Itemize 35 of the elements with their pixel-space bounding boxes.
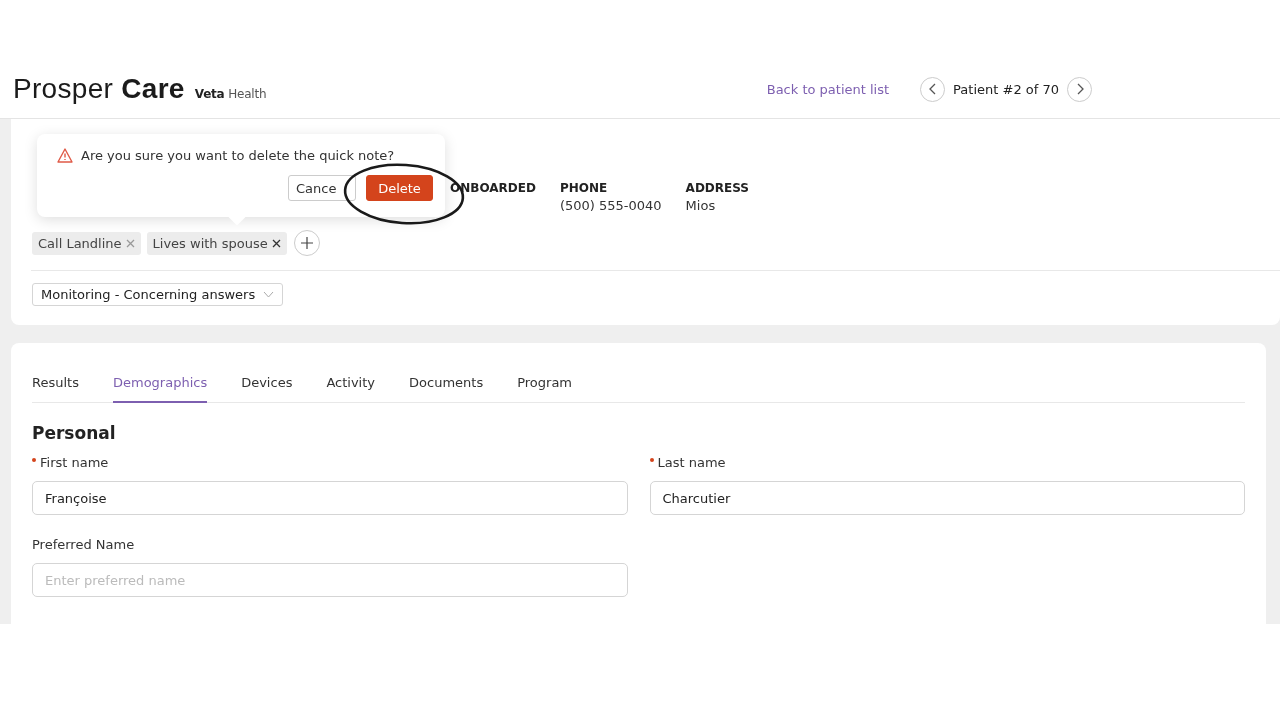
field-label: Last name (657, 455, 726, 470)
field-value: (500) 555-0040 (559, 198, 662, 213)
sub-logo: Veta Health (194, 87, 267, 101)
popover-message: Are you sure you want to delete the quick note? (81, 148, 395, 163)
tab[interactable]: Activity (326, 371, 376, 403)
input-field[interactable]: Enter preferred name (32, 563, 628, 597)
field-value: Mios (685, 198, 717, 213)
chevron-left-icon (927, 83, 938, 95)
delete-button[interactable]: Delete (366, 175, 433, 201)
field-label: ADDRESS (685, 181, 749, 195)
status-dropdown[interactable]: Monitoring - Concerning answers (32, 283, 284, 306)
tag: Lives with spouse (146, 231, 287, 255)
field-label: Preferred Name (32, 537, 135, 552)
remove-tag-button[interactable] (271, 238, 281, 248)
tab[interactable]: Devices (241, 371, 293, 403)
tab[interactable]: Documents (409, 371, 484, 403)
field-label: First name (40, 455, 109, 470)
add-tag-button[interactable] (293, 230, 320, 256)
back-link[interactable]: Back to patient list (766, 81, 890, 97)
section-title: Personal (32, 423, 117, 443)
tab[interactable]: Results (32, 371, 79, 403)
cancel-button[interactable]: Cance (288, 175, 356, 201)
next-button[interactable] (1067, 76, 1092, 102)
tab[interactable]: Program (517, 371, 572, 403)
previous-button[interactable] (920, 76, 946, 102)
tag: Call Landline (32, 231, 141, 255)
warning-icon (57, 148, 73, 163)
caret-icon (263, 291, 275, 298)
input-field[interactable]: Charcutier (649, 481, 1245, 515)
patient-counter: Patient #2 of 70 (953, 81, 1059, 97)
field-label: PHONE (559, 181, 609, 195)
tab[interactable]: Demographics (112, 371, 208, 403)
logo: Prosper Care (13, 73, 185, 105)
input-field[interactable]: Françoise (32, 481, 628, 515)
plus-icon (300, 237, 313, 249)
